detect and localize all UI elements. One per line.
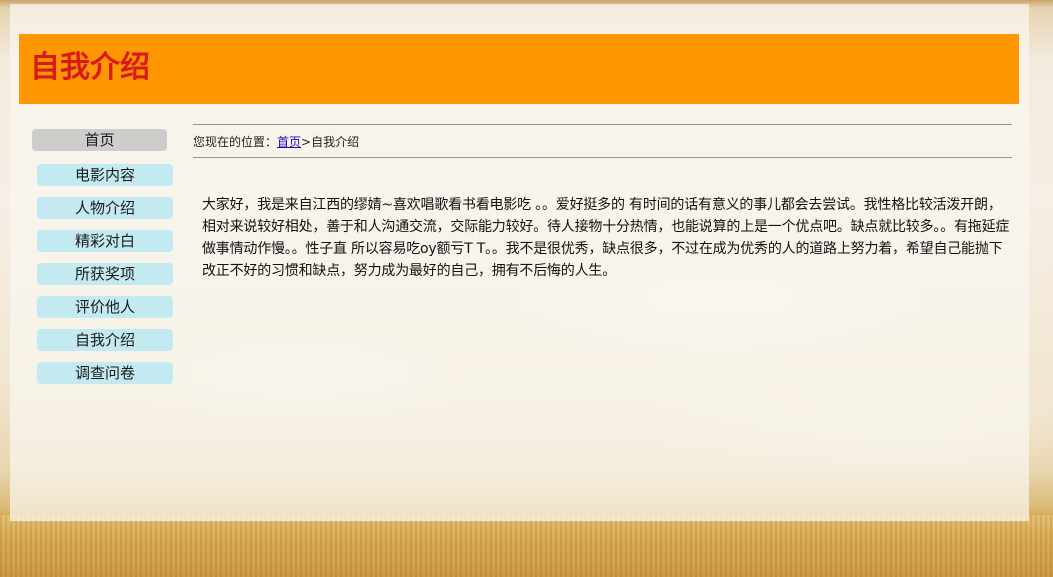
intro-paragraph: 大家好，我是来自江西的缪婧~喜欢唱歌看书看电影吃 。。爱好挺多的 有时间的话有意…: [202, 197, 1010, 279]
page-title: 自我介绍: [30, 50, 150, 85]
background-wheat-field: [0, 515, 1053, 577]
page-container: 自我介绍 首页 电影内容 人物介绍 精彩对白 所获奖项 评价他人 自我介绍 调查…: [10, 4, 1029, 521]
nav-item-dialogues[interactable]: 精彩对白: [37, 230, 173, 252]
breadcrumb: 您现在的位置：首页>自我介绍: [193, 133, 359, 150]
breadcrumb-prefix: 您现在的位置：: [193, 135, 278, 149]
breadcrumb-divider-bottom: [193, 157, 1012, 158]
breadcrumb-separator: >: [301, 135, 312, 149]
nav-item-self-intro[interactable]: 自我介绍: [37, 329, 173, 351]
nav-item-awards[interactable]: 所获奖项: [37, 263, 173, 285]
nav-item-characters[interactable]: 人物介绍: [37, 197, 173, 219]
nav-item-reviews[interactable]: 评价他人: [37, 296, 173, 318]
nav-item-home[interactable]: 首页: [32, 129, 167, 151]
breadcrumb-current: 自我介绍: [311, 135, 360, 149]
page-header: 自我介绍: [19, 34, 1019, 104]
nav-item-movie-content[interactable]: 电影内容: [37, 164, 173, 186]
nav-item-survey[interactable]: 调查问卷: [37, 362, 173, 384]
breadcrumb-home-link[interactable]: 首页: [277, 135, 301, 149]
breadcrumb-divider-top: [193, 124, 1012, 125]
